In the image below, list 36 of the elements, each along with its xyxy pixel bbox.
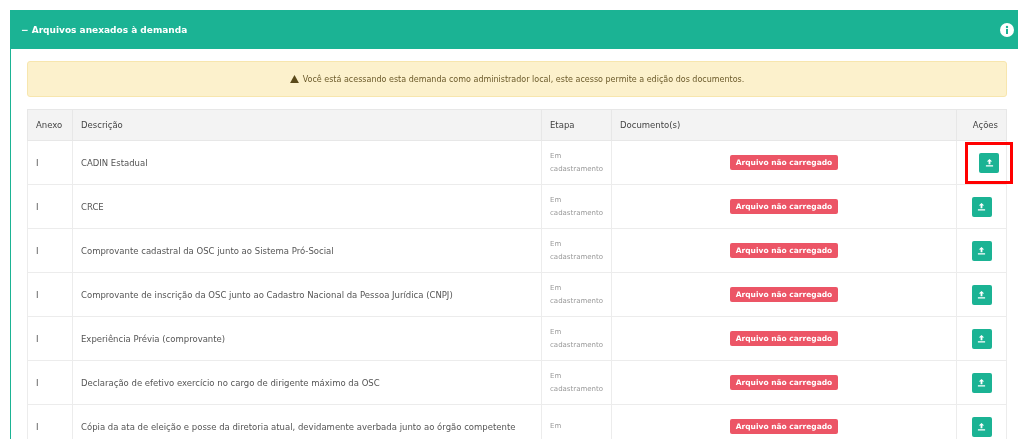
table-cell: I	[27, 272, 73, 317]
table-cell: I	[27, 140, 73, 185]
upload-button[interactable]	[971, 284, 992, 305]
table-cell: Declaração de efetivo exercício no cargo de dirigente máximo da OSC	[72, 360, 542, 405]
upload-icon	[977, 246, 986, 255]
upload-icon	[977, 290, 986, 299]
info-icon[interactable]	[1000, 23, 1014, 37]
table-cell: CADIN Estadual	[72, 140, 542, 185]
upload-icon	[977, 422, 986, 431]
upload-button[interactable]	[971, 372, 992, 393]
table-cell: Comprovante de inscrição da OSC junto ao Cadastro Nacional da Pessoa Jurídica (CNPJ)	[72, 272, 542, 317]
upload-button[interactable]	[971, 416, 992, 437]
upload-icon	[977, 378, 986, 387]
upload-button[interactable]	[971, 196, 992, 217]
table-cell: I	[27, 184, 73, 229]
column-header: Documento(s)	[611, 109, 957, 141]
column-header: Descrição	[72, 109, 542, 141]
table-cell: I	[27, 360, 73, 405]
table-cell: I	[27, 316, 73, 361]
upload-button[interactable]	[971, 328, 992, 349]
table-cell: I	[27, 228, 73, 273]
column-header: Ações	[956, 109, 1007, 141]
table-cell: CRCE	[72, 184, 542, 229]
upload-icon	[977, 334, 986, 343]
upload-icon	[977, 202, 986, 211]
upload-button[interactable]	[979, 152, 999, 173]
warning-icon	[289, 75, 299, 83]
table-cell: Experiência Prévia (comprovante)	[72, 316, 542, 361]
upload-icon	[984, 158, 994, 167]
alert-text: Você está acessando esta demanda como administrador local, este acesso permite a edição dos documentos.	[302, 74, 745, 84]
table-cell: Comprovante cadastral da OSC junto ao Sistema Pró-Social	[72, 228, 542, 273]
upload-button[interactable]	[971, 240, 992, 261]
table-cell: I	[27, 404, 73, 439]
column-header: Etapa	[541, 109, 612, 141]
panel-title[interactable]: − Arquivos anexados à demanda	[21, 25, 188, 35]
column-header: Anexo	[27, 109, 73, 141]
